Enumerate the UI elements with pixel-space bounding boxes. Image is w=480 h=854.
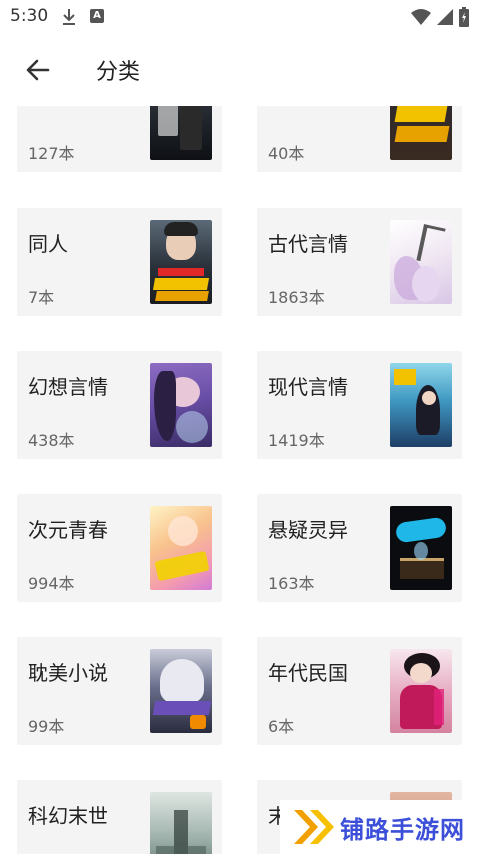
status-bar: 5:30 A [0,0,480,34]
category-card[interactable]: 耽美小说 99本 [17,637,222,745]
book-cover [150,792,212,854]
category-name: 古代言情 [268,232,348,256]
category-name: 科幻末世 [28,804,108,828]
category-card[interactable]: 悬疑灵异 163本 [257,494,462,602]
watermark-text: 铺路手游网 [340,816,465,844]
book-cover [150,649,212,733]
category-name: 年代民国 [268,661,348,685]
category-count: 163本 [268,574,315,593]
category-card[interactable]: 次元青春 994本 [17,494,222,602]
status-time: 5:30 [10,6,49,26]
category-card[interactable]: 40本 [257,106,462,172]
book-cover [150,220,212,304]
category-count: 99本 [28,717,65,736]
signal-icon [437,9,453,25]
category-count: 1863本 [268,288,325,307]
book-cover [150,363,212,447]
category-grid: 127本 40本 同人 7本 古代言情 1863本 幻想言情 438本 现代言情… [0,106,480,854]
category-card[interactable]: 古代言情 1863本 [257,208,462,316]
download-icon [63,9,75,25]
category-card[interactable]: 同人 7本 [17,208,222,316]
category-name: 耽美小说 [28,661,108,685]
app-bar: 分类 [0,34,480,106]
watermark: 铺路手游网 [280,800,480,854]
category-name: 现代言情 [268,375,348,399]
page-title: 分类 [96,60,141,85]
category-name: 悬疑灵异 [268,518,348,542]
category-card[interactable]: 幻想言情 438本 [17,351,222,459]
category-card[interactable]: 现代言情 1419本 [257,351,462,459]
watermark-logo-icon [294,810,334,844]
category-card[interactable]: 科幻末世 [17,780,222,854]
book-cover [150,106,212,160]
category-count: 6本 [268,717,295,736]
battery-icon [459,7,469,27]
category-card[interactable]: 年代民国 6本 [257,637,462,745]
category-count: 438本 [28,431,75,450]
a-notification-icon: A [90,9,104,23]
book-cover [390,649,452,733]
book-cover [150,506,212,590]
category-name: 次元青春 [28,518,108,542]
wifi-icon [411,9,431,25]
book-cover [390,220,452,304]
category-count: 40本 [268,144,305,163]
category-count: 1419本 [268,431,325,450]
category-card[interactable]: 127本 [17,106,222,172]
book-cover [390,106,452,160]
book-cover [390,363,452,447]
category-name: 同人 [28,232,68,256]
category-count: 994本 [28,574,75,593]
book-cover [390,506,452,590]
category-count: 7本 [28,288,55,307]
back-button[interactable] [22,54,54,86]
category-count: 127本 [28,144,75,163]
category-name: 幻想言情 [28,375,108,399]
